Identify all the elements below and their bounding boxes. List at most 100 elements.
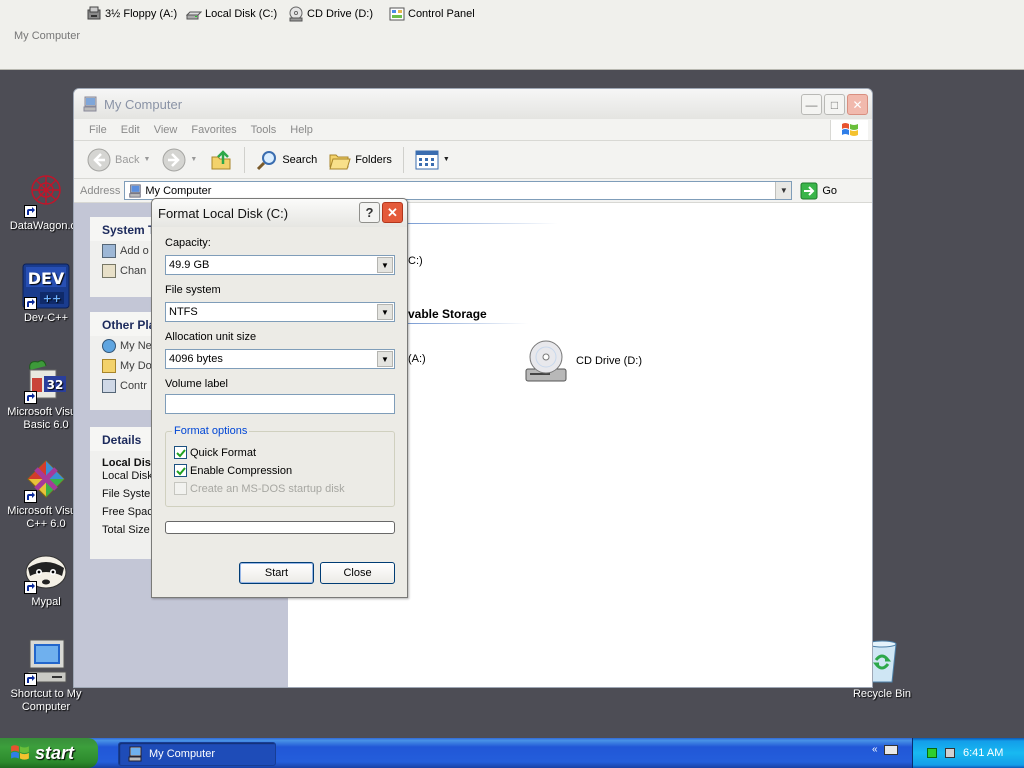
explorer-titlebar[interactable]: My Computer — □ ✕ (74, 89, 872, 119)
system-task-label: Add o (120, 245, 149, 257)
menu-tools[interactable]: Tools (244, 124, 284, 136)
floppy-drive-link[interactable]: 3½ Floppy (A:) (86, 6, 177, 22)
control-panel-label: Control Panel (408, 8, 475, 20)
shortcut-arrow-icon (24, 391, 37, 404)
floppy-drive-icon (87, 6, 101, 20)
up-folder-button[interactable] (206, 146, 236, 174)
address-label: Address (80, 184, 121, 197)
file-system-value: NTFS (169, 306, 198, 318)
shortcut-arrow-icon (24, 297, 37, 310)
menu-help[interactable]: Help (283, 124, 320, 136)
help-icon: ? (365, 205, 374, 220)
chevron-down-icon: ▼ (442, 156, 450, 163)
format-options-group: Format options Quick Format Enable Compr… (165, 425, 395, 507)
menu-edit[interactable]: Edit (114, 124, 147, 136)
network-places-icon (102, 339, 116, 353)
views-button[interactable]: ▼ (412, 148, 453, 172)
control-panel-link[interactable]: Control Panel (389, 6, 475, 22)
capacity-value: 49.9 GB (169, 259, 210, 271)
start-label: start (35, 742, 75, 763)
windows-logo (830, 120, 868, 140)
volume-label-input[interactable] (165, 394, 395, 414)
go-button[interactable]: Go (800, 182, 837, 200)
drive-c-label: C:) (408, 255, 423, 267)
msdos-startup-checkbox: Create an MS-DOS startup disk (174, 482, 345, 495)
maximize-button[interactable]: □ (824, 94, 845, 115)
taskbar-item-label: My Computer (149, 748, 216, 760)
enable-compression-checkbox[interactable]: Enable Compression (174, 464, 292, 477)
my-computer-icon (129, 183, 142, 198)
control-panel-icon (102, 264, 116, 278)
go-label: Go (822, 184, 838, 197)
chevron-left-icon[interactable]: « (872, 744, 878, 755)
toolbar-separator (244, 146, 246, 173)
speaker-icon[interactable] (945, 748, 955, 758)
floppy-drive-label: 3½ Floppy (A:) (105, 8, 178, 20)
format-dialog-titlebar[interactable]: Format Local Disk (C:) ? ✕ (152, 199, 407, 227)
my-documents-icon (102, 359, 116, 373)
folders-icon (329, 154, 351, 169)
start-button[interactable]: Start (239, 562, 314, 584)
shortcut-arrow-icon (24, 581, 37, 594)
cd-drive-item[interactable]: CD Drive (D:) (522, 337, 642, 385)
allocation-size-select[interactable]: 4096 bytes ▼ (165, 349, 395, 369)
floppy-drive-item[interactable]: (A:) (408, 353, 426, 365)
back-button[interactable]: Back ▼ (84, 146, 153, 174)
help-button[interactable]: ? (359, 202, 380, 223)
up-folder-icon (211, 149, 231, 169)
cd-drive-icon (525, 340, 567, 382)
menu-file[interactable]: File (82, 124, 114, 136)
go-arrow-icon (800, 182, 818, 199)
file-system-select[interactable]: NTFS ▼ (165, 302, 395, 322)
floppy-drive-label: (A:) (408, 353, 426, 365)
shortcut-arrow-icon (24, 673, 37, 686)
capacity-select[interactable]: 49.9 GB ▼ (165, 255, 395, 275)
start-button-taskbar[interactable]: start (0, 738, 98, 768)
svg-text:32: 32 (47, 378, 64, 392)
file-system-dropdown-button[interactable]: ▼ (377, 304, 393, 320)
dialog-close-button[interactable]: ✕ (382, 202, 403, 223)
allocation-size-dropdown-button[interactable]: ▼ (377, 351, 393, 367)
shortcut-arrow-icon (24, 205, 37, 218)
checkbox-checked-icon (174, 464, 187, 477)
tray-overflow: « (872, 744, 898, 755)
keyboard-icon[interactable] (883, 744, 898, 755)
system-task-label: Chan (120, 265, 147, 277)
checkbox-unchecked-icon (174, 482, 187, 495)
capacity-dropdown-button[interactable]: ▼ (377, 257, 393, 273)
quick-launch-bar: 3½ Floppy (A:) Local Disk (C:) CD Drive … (0, 0, 1024, 70)
standard-toolbar: Back ▼ ▼ Search Folders ▼ (74, 141, 872, 179)
address-dropdown-button[interactable]: ▼ (775, 182, 792, 199)
format-progress-bar (165, 521, 395, 534)
windows-flag-icon (11, 745, 29, 760)
quick-format-checkbox[interactable]: Quick Format (174, 446, 256, 459)
back-arrow-icon (87, 148, 111, 171)
taskbar-item-my-computer[interactable]: My Computer (118, 742, 276, 766)
control-panel-icon (389, 7, 405, 21)
local-disk-link[interactable]: Local Disk (C:) (186, 6, 277, 22)
menu-view[interactable]: View (147, 124, 185, 136)
folders-button[interactable]: Folders (326, 147, 395, 173)
clock[interactable]: 6:41 AM (963, 747, 1003, 759)
menu-favorites[interactable]: Favorites (184, 124, 243, 136)
minimize-button[interactable]: — (801, 94, 822, 115)
drive-c-item[interactable]: C:) (408, 255, 423, 267)
section-divider (408, 323, 528, 324)
close-button[interactable]: ✕ (847, 94, 868, 115)
dialog-close-text-button[interactable]: Close (320, 562, 395, 584)
format-dialog-title: Format Local Disk (C:) (158, 205, 289, 221)
cd-drive-icon (289, 6, 303, 22)
cd-drive-label: CD Drive (D:) (307, 8, 373, 20)
control-panel-icon (102, 379, 116, 393)
status-indicator-icon[interactable] (927, 748, 937, 758)
chevron-down-icon: ▼ (190, 156, 198, 163)
desktop-icon-label: Recycle Bin (852, 688, 912, 700)
close-icon: ✕ (852, 97, 863, 112)
my-computer-icon (128, 746, 142, 762)
details-name: Local Dis (102, 457, 151, 469)
other-place-label: My Ne (120, 340, 152, 352)
search-button[interactable]: Search (253, 147, 320, 173)
format-options-legend: Format options (172, 425, 250, 437)
forward-button[interactable]: ▼ (159, 146, 200, 174)
cd-drive-link[interactable]: CD Drive (D:) (288, 6, 373, 22)
